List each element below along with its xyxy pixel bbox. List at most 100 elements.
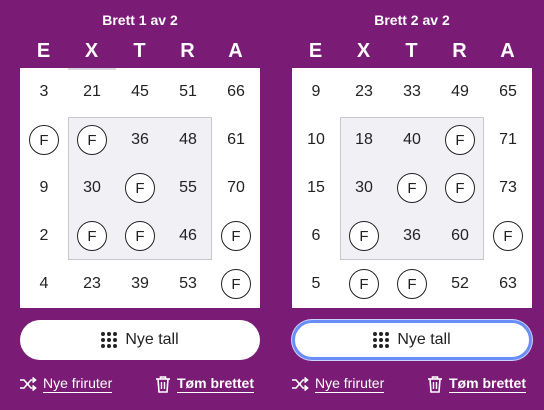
cell-number: 15 [307, 179, 325, 196]
grid-cells: 9 23 33 49 65 10 18 40 F 71 15 30 F F 73 6 F 36 60 F 5 F F 52 63 [292, 68, 532, 308]
number-grid: 3 21 45 51 66 F F 36 48 61 9 30 F 55 70 2 F F 46 F 4 23 39 53 F [20, 68, 260, 308]
number-cell[interactable]: 46 [164, 212, 212, 260]
new-numbers-button[interactable]: Nye tall [292, 320, 532, 360]
new-free-cells-link[interactable]: Nye friruter [19, 375, 113, 393]
letter-t: T [405, 40, 419, 62]
board-title: Brett 1 av 2 [102, 12, 178, 28]
free-cell[interactable]: F [436, 164, 484, 212]
number-cell[interactable]: 6 [292, 212, 340, 260]
number-cell[interactable]: 61 [212, 116, 260, 164]
free-cell[interactable]: F [340, 260, 388, 308]
number-cell[interactable]: 4 [20, 260, 68, 308]
number-cell[interactable]: 45 [116, 68, 164, 116]
cell-number: 4 [39, 275, 49, 292]
number-cell[interactable]: 51 [164, 68, 212, 116]
trash-icon [156, 376, 170, 393]
cell-number: 51 [179, 83, 197, 100]
number-cell[interactable]: 10 [292, 116, 340, 164]
cell-number: 71 [499, 131, 517, 148]
number-cell[interactable]: 40 [388, 116, 436, 164]
cell-number: 9 [39, 179, 49, 196]
clear-board-label: Tøm brettet [177, 375, 254, 393]
free-cell[interactable]: F [68, 212, 116, 260]
free-cell[interactable]: F [212, 212, 260, 260]
free-cell-marker: F [77, 221, 107, 251]
number-cell[interactable]: 2 [20, 212, 68, 260]
cell-number: 49 [451, 83, 469, 100]
cell-number: 66 [227, 83, 245, 100]
number-cell[interactable]: 66 [212, 68, 260, 116]
number-grid: 9 23 33 49 65 10 18 40 F 71 15 30 F F 73 6 F 36 60 F 5 F F 52 63 [292, 68, 532, 308]
number-cell[interactable]: 9 [292, 68, 340, 116]
new-numbers-label: Nye tall [397, 331, 451, 348]
grid-dots-icon [373, 332, 390, 348]
number-cell[interactable]: 36 [116, 116, 164, 164]
extra-letters: E X T R A [292, 40, 532, 64]
letter-e: E [308, 40, 324, 62]
new-numbers-button[interactable]: Nye tall [20, 320, 260, 360]
cell-number: 30 [83, 179, 101, 196]
number-cell[interactable]: 18 [340, 116, 388, 164]
cell-number: 23 [355, 83, 373, 100]
number-cell[interactable]: 48 [164, 116, 212, 164]
free-cell-marker: F [493, 221, 523, 251]
clear-board-link[interactable]: Tøm brettet [427, 375, 526, 393]
cell-number: 48 [179, 131, 197, 148]
number-cell[interactable]: 3 [20, 68, 68, 116]
cell-number: 73 [499, 179, 517, 196]
new-numbers-label: Nye tall [125, 331, 179, 348]
number-cell[interactable]: 5 [292, 260, 340, 308]
number-cell[interactable]: 71 [484, 116, 532, 164]
cell-number: 36 [131, 131, 149, 148]
cell-number: 52 [451, 275, 469, 292]
cell-number: 30 [355, 179, 373, 196]
number-cell[interactable]: 21 [68, 68, 116, 116]
cell-number: 33 [403, 83, 421, 100]
cell-number: 18 [355, 131, 373, 148]
number-cell[interactable]: 53 [164, 260, 212, 308]
number-cell[interactable]: 30 [68, 164, 116, 212]
free-cell-marker: F [445, 173, 475, 203]
cell-number: 3 [39, 83, 49, 100]
free-cell-marker: F [397, 173, 427, 203]
cell-number: 53 [179, 275, 197, 292]
free-cell-marker: F [349, 221, 379, 251]
free-cell[interactable]: F [20, 116, 68, 164]
number-cell[interactable]: 36 [388, 212, 436, 260]
number-cell[interactable]: 23 [68, 260, 116, 308]
free-cell-marker: F [125, 221, 155, 251]
cell-number: 60 [451, 227, 469, 244]
number-cell[interactable]: 30 [340, 164, 388, 212]
number-cell[interactable]: 63 [484, 260, 532, 308]
free-cell[interactable]: F [340, 212, 388, 260]
cell-number: 65 [499, 83, 517, 100]
free-cell[interactable]: F [116, 164, 164, 212]
number-cell[interactable]: 70 [212, 164, 260, 212]
number-cell[interactable]: 23 [340, 68, 388, 116]
free-cell[interactable]: F [212, 260, 260, 308]
free-cell[interactable]: F [388, 260, 436, 308]
free-cell[interactable]: F [68, 116, 116, 164]
number-cell[interactable]: 33 [388, 68, 436, 116]
clear-board-link[interactable]: Tøm brettet [155, 375, 254, 393]
number-cell[interactable]: 49 [436, 68, 484, 116]
number-cell[interactable]: 65 [484, 68, 532, 116]
cell-number: 61 [227, 131, 245, 148]
number-cell[interactable]: 55 [164, 164, 212, 212]
number-cell[interactable]: 9 [20, 164, 68, 212]
board-actions: Nye friruter Tøm brettet [287, 375, 537, 399]
new-free-cells-link[interactable]: Nye friruter [291, 375, 385, 393]
free-cell[interactable]: F [484, 212, 532, 260]
letter-r: R [180, 40, 196, 62]
number-cell[interactable]: 60 [436, 212, 484, 260]
free-cell[interactable]: F [388, 164, 436, 212]
free-cell[interactable]: F [116, 212, 164, 260]
number-cell[interactable]: 39 [116, 260, 164, 308]
board-actions: Nye friruter Tøm brettet [15, 375, 265, 399]
cell-number: 63 [499, 275, 517, 292]
cell-number: 45 [131, 83, 149, 100]
number-cell[interactable]: 73 [484, 164, 532, 212]
number-cell[interactable]: 15 [292, 164, 340, 212]
number-cell[interactable]: 52 [436, 260, 484, 308]
free-cell[interactable]: F [436, 116, 484, 164]
